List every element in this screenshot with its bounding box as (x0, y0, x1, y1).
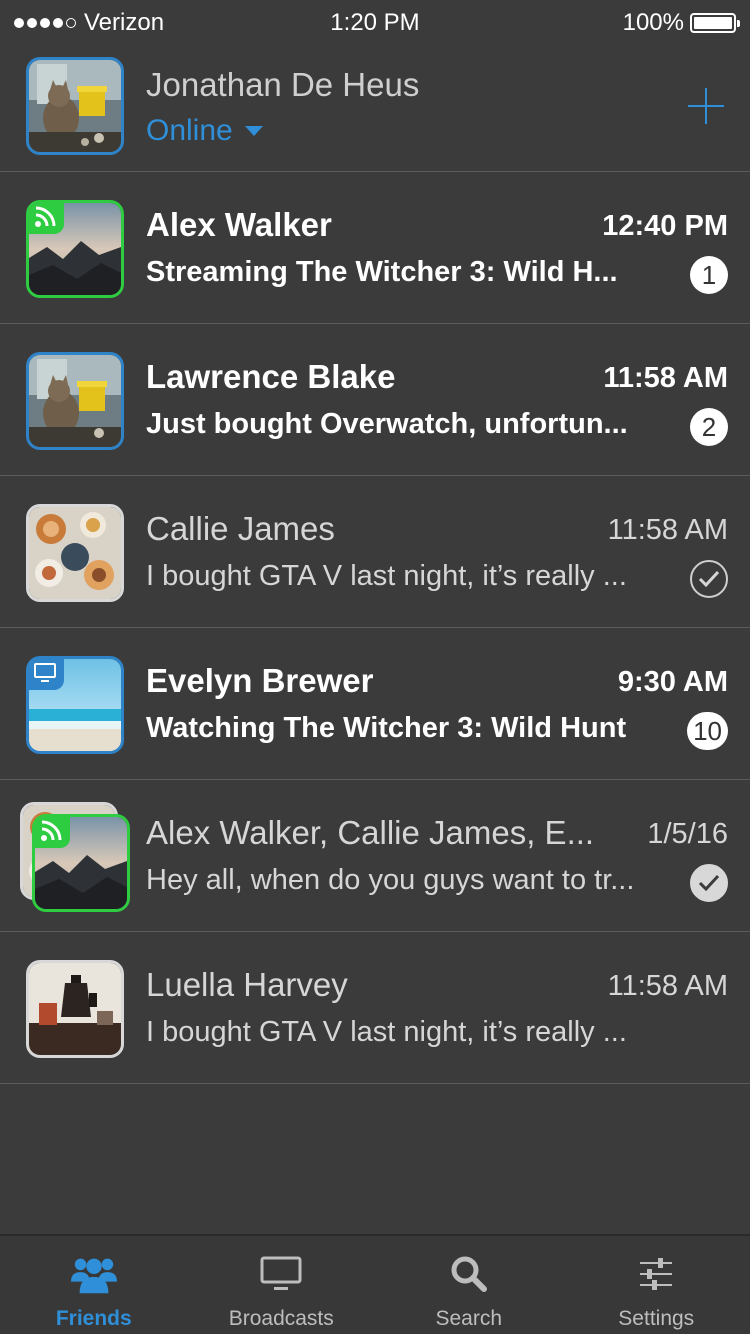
tab-label: Settings (618, 1307, 695, 1330)
conversation-preview: Just bought Overwatch, unfortun... (146, 408, 628, 440)
conversation-time: 12:40 PM (602, 210, 728, 242)
conversation-row[interactable]: Evelyn Brewer 9:30 AM Watching The Witch… (0, 628, 750, 780)
cat-photo-icon (29, 355, 121, 447)
monitor-icon (29, 659, 64, 690)
conversation-row[interactable]: Callie James 11:58 AM I bought GTA V las… (0, 476, 750, 628)
broadcast-icon (35, 817, 70, 848)
conversation-time: 1/5/16 (647, 818, 728, 850)
tab-broadcasts[interactable]: Broadcasts (188, 1236, 376, 1334)
read-receipt-icon (690, 560, 728, 598)
conversation-row[interactable]: Alex Walker 12:40 PM Streaming The Witch… (0, 172, 750, 324)
conversation-time: 11:58 AM (603, 362, 728, 394)
conversation-avatar (26, 200, 124, 298)
unread-count-badge: 2 (690, 408, 728, 446)
conversation-preview: I bought GTA V last night, it’s really .… (146, 560, 627, 592)
caret-down-icon (244, 126, 263, 136)
tab-label: Search (435, 1307, 503, 1330)
profile-name: Jonathan De Heus (146, 66, 420, 103)
conversation-preview: Hey all, when do you guys want to tr... (146, 864, 635, 896)
unread-count-badge: 1 (690, 256, 728, 294)
conversation-time: 11:58 AM (607, 970, 728, 1002)
tab-search[interactable]: Search (375, 1236, 563, 1334)
monitor-icon (257, 1252, 305, 1296)
group-avatar (32, 814, 130, 912)
battery-icon (690, 13, 740, 33)
conversation-name: Evelyn Brewer (146, 662, 374, 699)
tab-friends[interactable]: Friends (0, 1236, 188, 1334)
tab-settings[interactable]: Settings (563, 1236, 750, 1334)
profile-avatar[interactable] (26, 57, 124, 155)
conversation-name: Alex Walker (146, 206, 332, 243)
unread-count-badge: 10 (687, 712, 728, 750)
conversation-avatar (26, 960, 124, 1058)
food-photo-icon (29, 507, 121, 599)
conversation-row[interactable]: Alex Walker, Callie James, E... 1/5/16 H… (0, 780, 750, 932)
conversation-list: Alex Walker 12:40 PM Streaming The Witch… (0, 172, 750, 1084)
tab-label: Broadcasts (228, 1307, 334, 1330)
conversation-preview: Watching The Witcher 3: Wild Hunt (146, 712, 627, 744)
conversation-avatar (26, 352, 124, 450)
status-bar: Verizon 1:20 PM 100% (0, 0, 750, 44)
tab-label: Friends (55, 1307, 132, 1330)
profile-header: Jonathan De Heus Online (0, 44, 750, 172)
battery-percent: 100% (622, 9, 684, 36)
presence-status-label: Online (146, 114, 233, 147)
conversation-avatar (26, 504, 124, 602)
conversation-preview: I bought GTA V last night, it’s really .… (146, 1016, 627, 1048)
conversation-row[interactable]: Luella Harvey 11:58 AM I bought GTA V la… (0, 932, 750, 1084)
conversation-time: 9:30 AM (617, 666, 728, 698)
broadcast-icon (29, 203, 64, 234)
read-receipt-icon (690, 864, 728, 902)
search-icon (445, 1252, 493, 1296)
presence-status-dropdown[interactable]: Online (146, 114, 263, 148)
conversation-name: Lawrence Blake (146, 358, 396, 395)
cat-photo-icon (29, 60, 121, 152)
conversation-time: 11:58 AM (607, 514, 728, 546)
conversation-row[interactable]: Lawrence Blake 11:58 AM Just bought Over… (0, 324, 750, 476)
conversation-preview: Streaming The Witcher 3: Wild H... (146, 256, 618, 288)
battery-indicator: 100% (622, 9, 740, 37)
coffee-photo-icon (29, 963, 121, 1055)
sliders-icon (632, 1252, 680, 1296)
friends-icon (70, 1252, 118, 1296)
conversation-name: Alex Walker, Callie James, E... (146, 814, 595, 851)
add-conversation-button[interactable] (686, 86, 726, 126)
conversation-name: Luella Harvey (146, 966, 348, 1003)
tab-bar: Friends Broadcasts Search Settings (0, 1234, 750, 1334)
conversation-name: Callie James (146, 510, 335, 547)
conversation-avatar (26, 656, 124, 754)
